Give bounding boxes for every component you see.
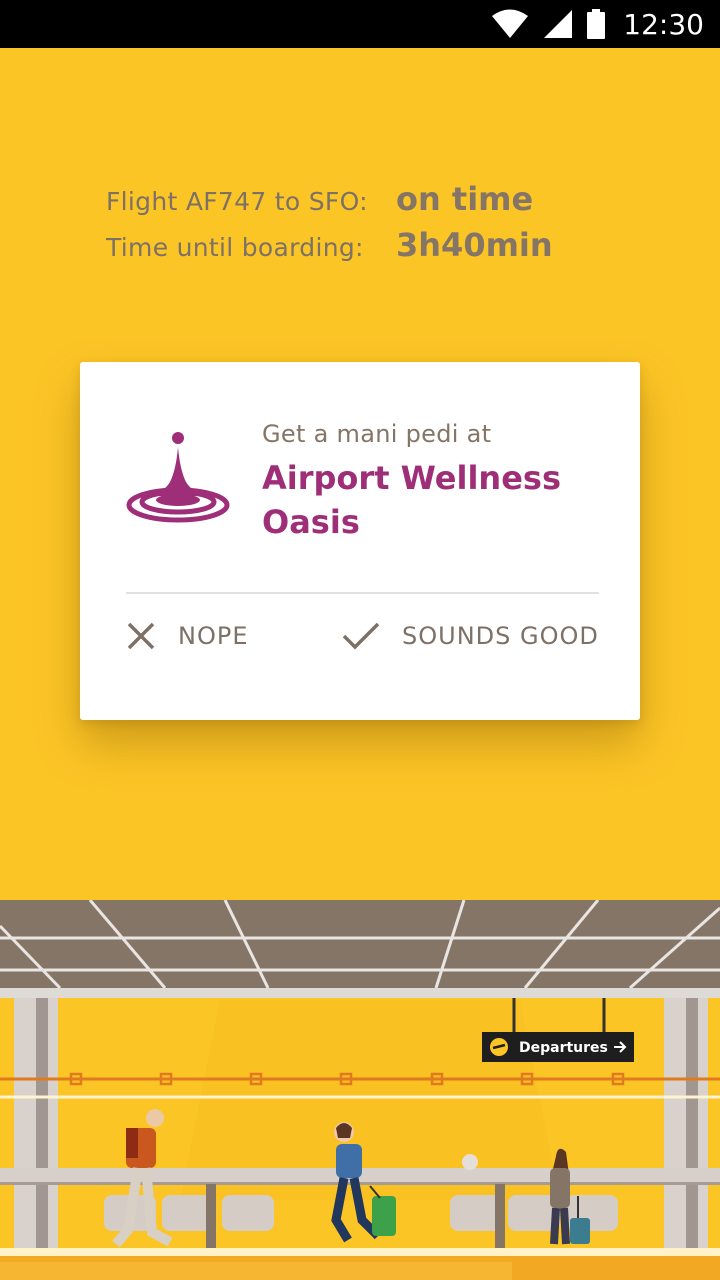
close-icon bbox=[127, 622, 155, 650]
flight-info: Flight AF747 to SFO: on time Time until … bbox=[106, 180, 553, 272]
departures-sign-text: Departures bbox=[519, 1040, 608, 1056]
card-subtitle: Get a mani pedi at bbox=[262, 420, 492, 448]
clock: 12:30 bbox=[623, 7, 704, 41]
spa-icon bbox=[126, 432, 230, 523]
check-icon bbox=[342, 622, 380, 650]
sounds-good-label: SOUNDS GOOD bbox=[402, 622, 599, 650]
flight-status: on time bbox=[396, 180, 534, 218]
flight-status-row: Flight AF747 to SFO: on time bbox=[106, 180, 553, 226]
suggestion-card: Get a mani pedi at Airport Wellness Oasi… bbox=[80, 362, 640, 720]
airport-terminal-illustration: Departures bbox=[0, 900, 720, 1280]
battery-icon bbox=[587, 9, 606, 39]
nope-button[interactable]: NOPE bbox=[126, 618, 248, 654]
nope-label: NOPE bbox=[178, 622, 249, 650]
status-bar: 12:30 bbox=[0, 0, 720, 48]
card-divider bbox=[126, 592, 599, 594]
flight-label: Flight AF747 to SFO: bbox=[106, 187, 368, 216]
wifi-icon bbox=[492, 9, 529, 38]
boarding-label: Time until boarding: bbox=[106, 233, 364, 262]
status-icons: 12:30 bbox=[491, 0, 704, 48]
boarding-time: 3h40min bbox=[396, 226, 553, 264]
boarding-row: Time until boarding: 3h40min bbox=[106, 226, 553, 272]
sounds-good-button[interactable]: SOUNDS GOOD bbox=[342, 618, 599, 654]
cell-signal-icon bbox=[544, 10, 573, 38]
venue-name: Airport Wellness Oasis bbox=[262, 459, 561, 541]
